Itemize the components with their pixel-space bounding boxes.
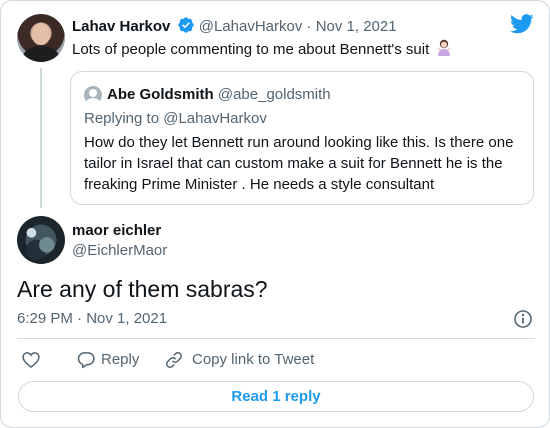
quoted-tweet[interactable]: Abe Goldsmith @abe_goldsmith Replying to… <box>70 71 534 205</box>
like-button[interactable] <box>21 350 41 370</box>
thread-line <box>40 68 42 208</box>
divider <box>17 338 535 339</box>
parent-avatar[interactable] <box>17 14 65 62</box>
speech-bubble-icon <box>77 352 95 369</box>
replying-to-handle[interactable]: @LahavHarkov <box>163 110 267 127</box>
main-author-name[interactable]: maor eichler <box>72 221 161 241</box>
quote-tweet-text: How do they let Bennett run around looki… <box>84 134 514 193</box>
parent-date[interactable]: Nov 1, 2021 <box>316 18 397 35</box>
tweet-embed-card: Lahav Harkov @LahavHarkov · Nov 1, 2021 … <box>0 0 550 428</box>
main-avatar[interactable] <box>17 216 65 264</box>
heart-icon <box>22 352 40 369</box>
quote-author-handle[interactable]: @abe_goldsmith <box>218 86 331 103</box>
quote-header: Abe Goldsmith @abe_goldsmith <box>107 85 331 105</box>
info-icon[interactable] <box>513 309 533 334</box>
main-author-handle[interactable]: @EichlerMaor <box>72 241 167 261</box>
parent-author-handle[interactable]: @LahavHarkov <box>199 18 303 35</box>
reply-label: Reply <box>101 351 140 368</box>
replying-to-line: Replying to @LahavHarkov <box>84 109 267 129</box>
read-replies-button[interactable]: Read 1 reply <box>18 381 534 412</box>
quote-author-name[interactable]: Abe Goldsmith <box>107 86 214 103</box>
link-icon <box>166 352 182 368</box>
replying-to-prefix: Replying to <box>84 110 160 127</box>
twitter-bird-icon[interactable] <box>510 14 534 39</box>
copy-link-label: Copy link to Tweet <box>192 351 315 368</box>
parent-text-content: Lots of people commenting to me about Be… <box>72 41 430 58</box>
tweet-timestamp[interactable]: 6:29 PM · Nov 1, 2021 <box>17 309 167 329</box>
parent-author-name[interactable]: Lahav Harkov <box>72 18 170 35</box>
header-separator: · <box>306 18 312 35</box>
parent-header: Lahav Harkov @LahavHarkov · Nov 1, 2021 <box>72 16 397 40</box>
copy-link-button[interactable]: Copy link to Tweet <box>164 350 324 370</box>
reply-button[interactable]: Reply <box>76 350 146 370</box>
woman-shrugging-emoji-icon <box>436 39 452 63</box>
parent-tweet-text: Lots of people commenting to me about Be… <box>72 39 452 63</box>
main-tweet-text: Are any of them sabras? <box>17 276 268 302</box>
verified-badge-icon <box>177 16 195 40</box>
quote-avatar[interactable] <box>84 86 102 104</box>
